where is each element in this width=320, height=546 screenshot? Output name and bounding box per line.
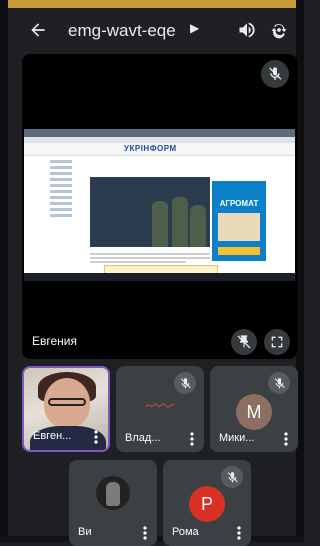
unpin-button[interactable] [231, 329, 257, 355]
more-options-button[interactable] [282, 432, 290, 446]
back-button[interactable] [26, 18, 50, 42]
speaker-button[interactable] [236, 19, 258, 41]
participant-tile[interactable]: Евген... [22, 366, 110, 452]
ad-image [218, 213, 260, 241]
speaker-icon [239, 22, 255, 38]
participant-name: Ви [78, 526, 92, 538]
ad-button [218, 247, 260, 255]
arrow-left-icon [31, 23, 45, 37]
article-text [90, 251, 210, 265]
frame-right [296, 0, 304, 542]
participant-tile[interactable]: Ви [69, 460, 157, 546]
mic-off-icon [180, 377, 191, 388]
avatar [96, 476, 130, 510]
browser-tabbar [24, 129, 295, 137]
meeting-code[interactable]: emg-wavt-eqe [68, 21, 176, 41]
participant-name: Влад... [125, 432, 161, 444]
more-vert-icon [190, 432, 194, 446]
participant-tile[interactable]: M Мики... [210, 366, 298, 452]
triangle-right-icon[interactable]: ▶ [190, 21, 199, 35]
news-hero-image [90, 177, 210, 247]
ad-banner: АГРОМАТ [212, 181, 266, 261]
more-vert-icon [94, 430, 98, 444]
fullscreen-icon [271, 336, 283, 348]
unpin-icon [237, 335, 251, 349]
switch-camera-button[interactable] [268, 19, 290, 41]
ad-title: АГРОМАТ [219, 199, 259, 208]
fullscreen-button[interactable] [264, 329, 290, 355]
meeting-header: emg-wavt-eqe ▶ [8, 10, 296, 50]
mic-status [174, 372, 196, 394]
mic-off-icon [227, 471, 238, 482]
more-options-button[interactable] [92, 430, 100, 444]
site-logo: УКРІНФОРМ [124, 144, 177, 153]
presenter-name: Евгения [32, 334, 77, 348]
wallpaper-strip [0, 0, 304, 8]
avatar: P [189, 486, 225, 522]
shared-screen: УКРІНФОРМ АГРОМАТ [24, 129, 295, 281]
mic-off-icon [274, 377, 285, 388]
participant-name: Евген... [33, 430, 72, 442]
participant-name: Мики... [219, 432, 255, 444]
participant-tile[interactable]: P Рома [163, 460, 251, 546]
presenter-tile[interactable]: УКРІНФОРМ АГРОМАТ Евгения [22, 54, 297, 359]
more-vert-icon [237, 526, 241, 540]
more-vert-icon [143, 526, 147, 540]
frame-left [0, 0, 8, 542]
participant-name: Рома [172, 526, 199, 538]
more-options-button[interactable] [188, 432, 196, 446]
site-side-menu [50, 157, 72, 220]
desktop-taskbar [24, 273, 295, 281]
more-options-button[interactable] [235, 526, 243, 540]
mic-status [268, 372, 290, 394]
site-header: УКРІНФОРМ [24, 143, 295, 156]
mic-off-icon [269, 67, 282, 80]
switch-camera-icon [271, 24, 287, 39]
more-vert-icon [284, 432, 288, 446]
signature-logo [145, 403, 175, 408]
avatar: M [236, 394, 272, 430]
more-options-button[interactable] [141, 526, 149, 540]
mic-status [221, 466, 243, 488]
participant-tile[interactable]: Влад... [116, 366, 204, 452]
mic-status [261, 60, 289, 88]
